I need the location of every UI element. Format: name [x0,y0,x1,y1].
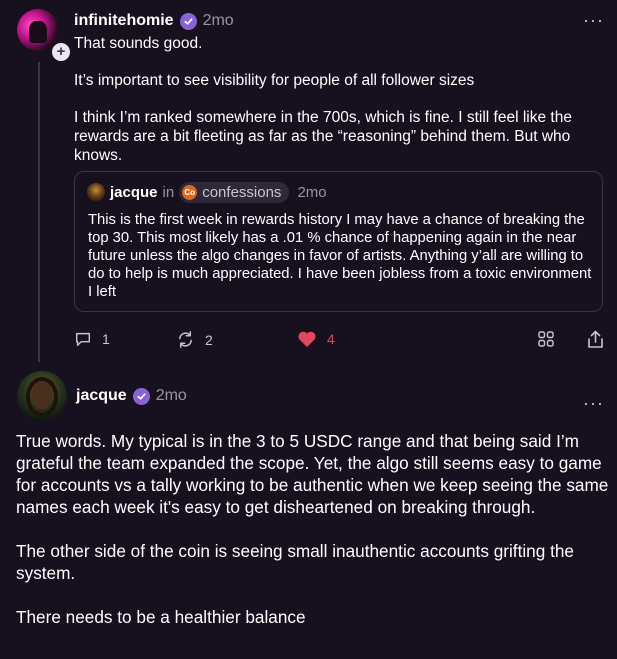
like-count: 4 [327,331,335,347]
heart-icon [298,331,316,347]
feed: + infinitehomie 2mo ··· That sounds good… [0,0,617,659]
verified-badge-icon [132,387,150,405]
more-icon[interactable]: ··· [583,11,604,29]
quote-username[interactable]: jacque [110,184,158,201]
action-bar: 1 2 4 [74,330,604,352]
quote-header: jacque in Co confessions 2mo [87,181,327,203]
grid-icon[interactable] [538,331,554,352]
post-text: True words. My typical is in the 3 to 5 … [16,430,611,628]
channel-icon: Co [182,184,198,200]
avatar-face [32,381,52,409]
in-label: in [162,183,175,201]
reply-icon [75,332,91,347]
paragraph: True words. My typical is in the 3 to 5 … [16,431,609,517]
verified-badge-icon [179,12,197,30]
reply-count: 1 [102,331,110,347]
quote-timestamp[interactable]: 2mo [297,184,326,201]
post-infinitehomie[interactable]: + infinitehomie 2mo ··· That sounds good… [0,0,617,362]
channel-pill[interactable]: Co confessions [179,181,290,203]
username[interactable]: infinitehomie [74,12,174,30]
paragraph: That sounds good. [74,35,203,52]
share-icon[interactable] [587,330,604,354]
recast-count: 2 [205,331,213,348]
timestamp[interactable]: 2mo [156,387,187,405]
recast-button[interactable]: 2 [176,330,213,349]
paragraph: It’s important to see visibility for peo… [74,72,475,89]
quote-avatar[interactable] [87,183,105,201]
post-text: That sounds good. It’s important to see … [74,34,604,165]
avatar-figure [29,21,47,43]
paragraph: The other side of the coin is seeing sma… [16,541,574,583]
avatar[interactable] [17,371,67,421]
paragraph: There needs to be a healthier balance [16,607,306,627]
quoted-cast[interactable]: jacque in Co confessions 2mo This is the… [74,171,603,312]
post-header: jacque 2mo [76,386,187,406]
follow-plus-button[interactable]: + [50,41,72,63]
like-button[interactable]: 4 [297,330,335,348]
thread-line [38,62,40,362]
channel-name: confessions [202,183,282,201]
recast-icon [179,331,192,348]
post-header: infinitehomie 2mo [74,11,234,31]
more-icon[interactable]: ··· [583,394,604,412]
timestamp[interactable]: 2mo [203,12,234,30]
paragraph: I think I’m ranked somewhere in the 700s… [74,109,572,164]
quote-text: This is the first week in rewards histor… [88,212,592,300]
reply-button[interactable]: 1 [74,330,110,348]
username[interactable]: jacque [76,387,127,405]
